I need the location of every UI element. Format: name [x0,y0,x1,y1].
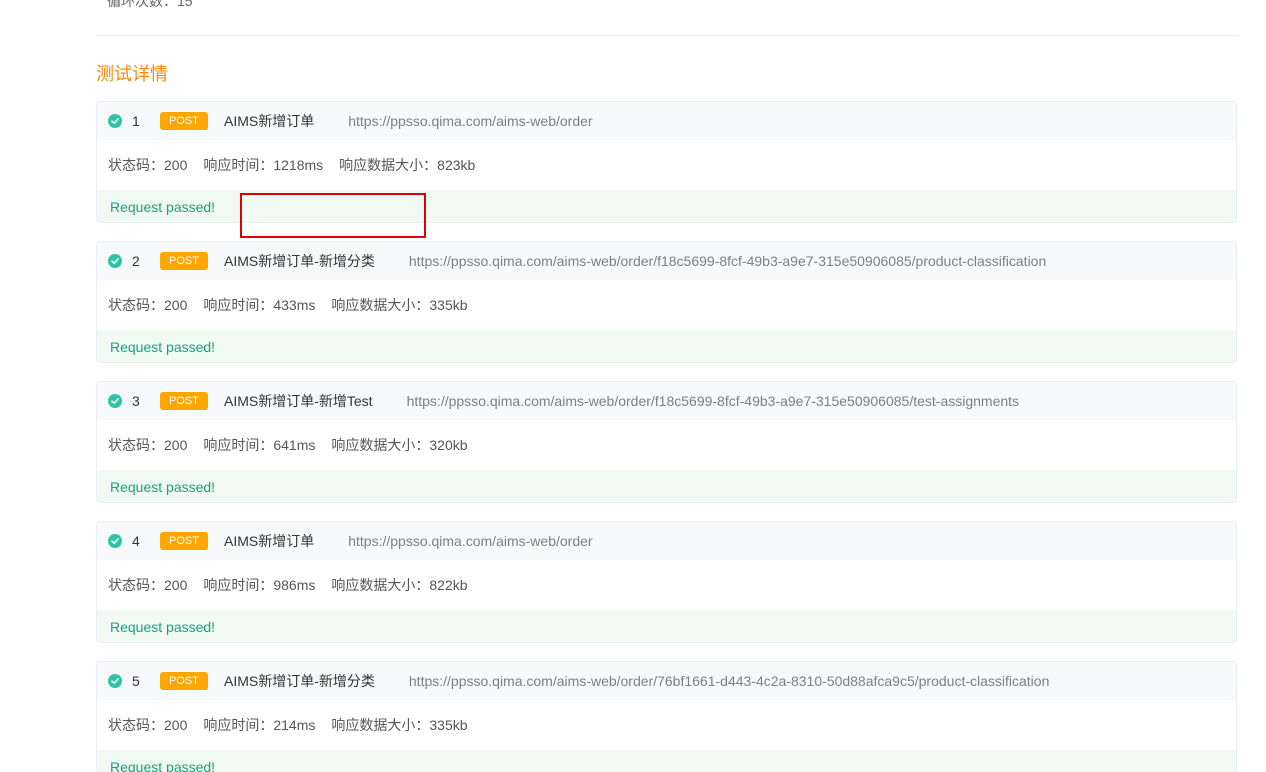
api-name: AIMS新增订单-新增分类 [224,253,375,269]
test-index: 4 [132,533,140,549]
test-item-header[interactable]: 5 POST AIMS新增订单-新增分类 https://ppsso.qima.… [97,662,1236,700]
loop-count-text: 循环次数：15 [107,0,193,9]
check-circle-icon [108,254,122,268]
test-item-stats: 状态码：200 响应时间：214ms 响应数据大小：335kb [97,700,1236,750]
method-badge: POST [160,252,208,270]
api-name: AIMS新增订单-新增分类 [224,673,375,689]
test-result: Request passed! [97,330,1236,362]
test-item-card: 3 POST AIMS新增订单-新增Test https://ppsso.qim… [96,381,1237,503]
api-url: https://ppsso.qima.com/aims-web/order [348,533,593,549]
response-size: 响应数据大小：335kb [331,297,468,313]
api-name: AIMS新增订单 [224,113,315,129]
test-item-header[interactable]: 4 POST AIMS新增订单 https://ppsso.qima.com/a… [97,522,1236,560]
test-item-card: 4 POST AIMS新增订单 https://ppsso.qima.com/a… [96,521,1237,643]
highlight-box [240,193,426,238]
test-index: 2 [132,253,140,269]
test-item-header[interactable]: 3 POST AIMS新增订单-新增Test https://ppsso.qim… [97,382,1236,420]
test-item-stats: 状态码：200 响应时间：986ms 响应数据大小：822kb [97,560,1236,610]
api-url: https://ppsso.qima.com/aims-web/order/f1… [406,393,1020,409]
response-time: 响应时间：641ms [203,437,316,453]
status-code: 状态码：200 [108,157,188,173]
status-code: 状态码：200 [108,297,188,313]
api-url: https://ppsso.qima.com/aims-web/order [348,113,593,129]
response-size: 响应数据大小：822kb [331,577,468,593]
check-circle-icon [108,674,122,688]
api-name: AIMS新增订单 [224,533,315,549]
test-item-header[interactable]: 2 POST AIMS新增订单-新增分类 https://ppsso.qima.… [97,242,1236,280]
test-result: Request passed! [97,610,1236,642]
response-size: 响应数据大小：823kb [339,157,476,173]
response-size: 响应数据大小：335kb [331,717,468,733]
check-circle-icon [108,114,122,128]
status-code: 状态码：200 [108,437,188,453]
status-code: 状态码：200 [108,577,188,593]
method-badge: POST [160,112,208,130]
api-name: AIMS新增订单-新增Test [224,393,373,409]
method-badge: POST [160,672,208,690]
test-item-card: 2 POST AIMS新增订单-新增分类 https://ppsso.qima.… [96,241,1237,363]
test-index: 1 [132,113,140,129]
method-badge: POST [160,532,208,550]
api-url: https://ppsso.qima.com/aims-web/order/f1… [408,253,1047,269]
status-code: 状态码：200 [108,717,188,733]
test-item-stats: 状态码：200 响应时间：1218ms 响应数据大小：823kb [97,140,1236,190]
check-circle-icon [108,534,122,548]
section-title: 测试详情 [96,64,168,84]
divider [96,35,1239,36]
test-item-card: 5 POST AIMS新增订单-新增分类 https://ppsso.qima.… [96,661,1237,772]
check-circle-icon [108,394,122,408]
test-index: 5 [132,673,140,689]
response-time: 响应时间：1218ms [203,157,324,173]
method-badge: POST [160,392,208,410]
api-url: https://ppsso.qima.com/aims-web/order/76… [408,673,1050,689]
response-time: 响应时间：986ms [203,577,316,593]
test-index: 3 [132,393,140,409]
response-time: 响应时间：214ms [203,717,316,733]
response-time: 响应时间：433ms [203,297,316,313]
test-item-stats: 状态码：200 响应时间：641ms 响应数据大小：320kb [97,420,1236,470]
response-size: 响应数据大小：320kb [331,437,468,453]
test-result: Request passed! [97,470,1236,502]
test-item-stats: 状态码：200 响应时间：433ms 响应数据大小：335kb [97,280,1236,330]
test-item-header[interactable]: 1 POST AIMS新增订单 https://ppsso.qima.com/a… [97,102,1236,140]
test-result: Request passed! [97,750,1236,772]
test-report-page: 循环次数：15 测试详情 1 POST AIMS新增订单 https://pps… [0,0,1266,772]
